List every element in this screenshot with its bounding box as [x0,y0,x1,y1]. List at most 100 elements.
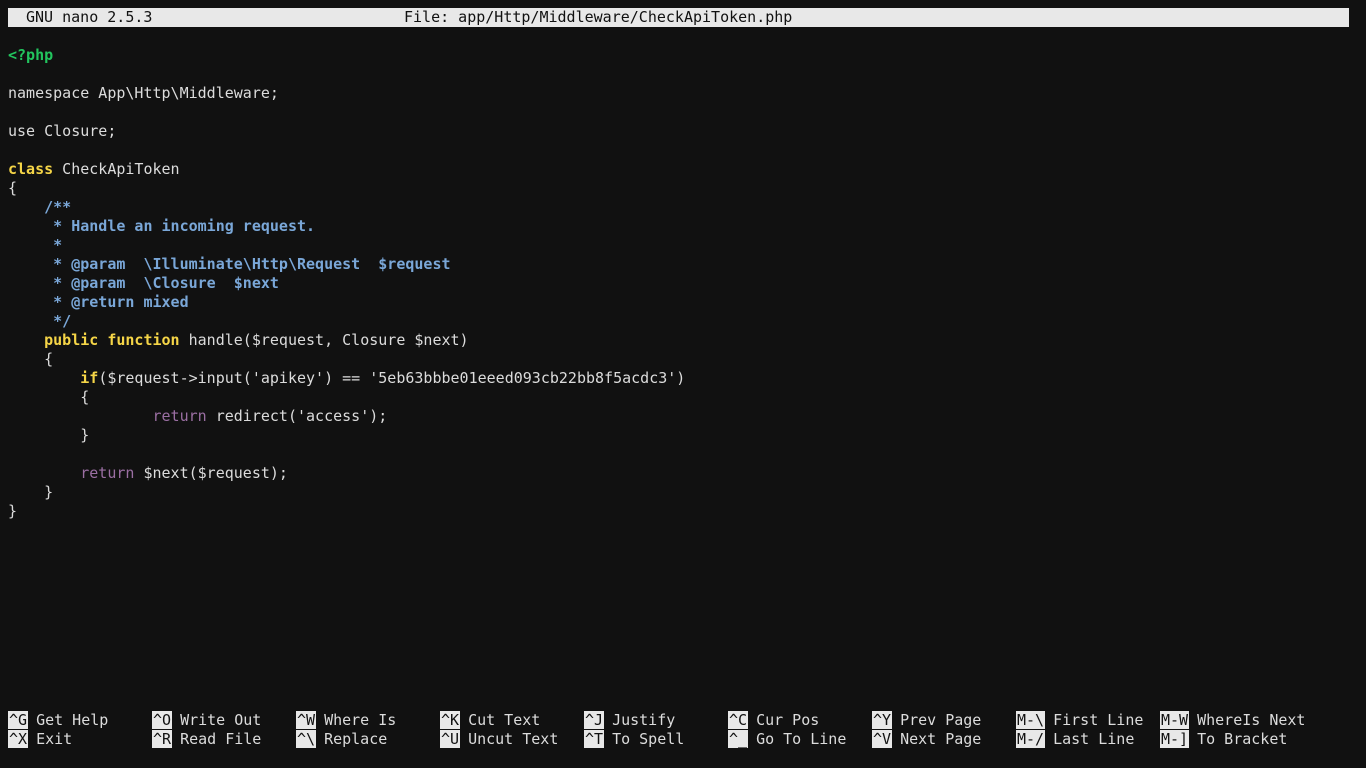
code-line[interactable]: * @return mixed [8,293,1358,312]
return-expression: $next($request); [134,464,288,482]
brace: } [8,483,54,501]
shortcut-key: ^W [296,711,317,729]
code-line[interactable]: * @param \Closure $next [8,274,1358,293]
doc-comment: * Handle an incoming request. [8,217,316,235]
brace: { [8,179,18,197]
shortcut-label: Prev Page [900,711,982,729]
code-line[interactable]: { [8,179,1358,198]
shortcut-label: Write Out [180,711,262,729]
if-keyword: if [80,369,99,387]
code-line[interactable]: public function handle($request, Closure… [8,331,1358,350]
shortcut-label: Replace [324,730,388,748]
class-name: CheckApiToken [53,160,180,178]
shortcut-to-spell[interactable]: ^T To Spell [584,730,684,749]
shortcut-row-1: ^G Get Help ^O Write Out ^W Where Is ^K Cut … [8,711,1358,730]
file-name: File: app/Http/Middleware/CheckApiToken.… [404,8,793,26]
shortcut-key: ^V [872,730,893,748]
code-line[interactable]: * [8,236,1358,255]
code-line-empty[interactable] [8,65,1358,84]
code-line[interactable]: * @param \Illuminate\Http\Request $reque… [8,255,1358,274]
function-signature: handle($request, Closure $next) [179,331,469,349]
code-line[interactable]: namespace App\Http\Middleware; [8,84,1358,103]
shortcut-go-to-line[interactable]: ^_ Go To Line [728,730,846,749]
shortcut-label: Read File [180,730,262,748]
brace: } [8,502,18,520]
shortcut-first-line[interactable]: M-\ First Line [1016,711,1143,730]
code-line[interactable]: class CheckApiToken [8,160,1358,179]
shortcut-to-bracket[interactable]: M-] To Bracket [1160,730,1287,749]
shortcut-bar: ^G Get Help ^O Write Out ^W Where Is ^K Cut … [8,711,1358,749]
code-line[interactable]: */ [8,312,1358,331]
code-line[interactable]: /** [8,198,1358,217]
shortcut-row-2: ^X Exit ^R Read File ^\ Replace ^U Uncut Tex… [8,730,1358,749]
namespace-statement: namespace App\Http\Middleware; [8,84,279,102]
shortcut-label: Last Line [1053,730,1135,748]
shortcut-key: M-/ [1016,730,1046,748]
shortcut-justify[interactable]: ^J Justify [584,711,675,730]
shortcut-uncut-text[interactable]: ^U Uncut Text [440,730,558,749]
shortcut-write-out[interactable]: ^O Write Out [152,711,261,730]
brace: { [8,350,54,368]
shortcut-where-is[interactable]: ^W Where Is [296,711,396,730]
shortcut-label: Go To Line [756,730,847,748]
code-line[interactable]: } [8,426,1358,445]
code-line[interactable]: <?php [8,46,1358,65]
shortcut-exit[interactable]: ^X Exit [8,730,72,749]
code-editor[interactable]: <?php namespace App\Http\Middleware; use… [8,46,1358,521]
shortcut-last-line[interactable]: M-/ Last Line [1016,730,1134,749]
code-line[interactable]: if($request->input('apikey') == '5eb63bb… [8,369,1358,388]
shortcut-key: ^C [728,711,749,729]
shortcut-label: Where Is [324,711,397,729]
shortcut-label: First Line [1053,711,1144,729]
code-line-empty[interactable] [8,141,1358,160]
brace: { [8,388,90,406]
code-line[interactable]: return redirect('access'); [8,407,1358,426]
shortcut-label: To Spell [612,730,685,748]
shortcut-next-page[interactable]: ^V Next Page [872,730,981,749]
shortcut-whereis-next[interactable]: M-W WhereIs Next [1160,711,1305,730]
shortcut-key: ^X [8,730,29,748]
code-line[interactable]: } [8,502,1358,521]
code-line[interactable]: return $next($request); [8,464,1358,483]
shortcut-key: ^Y [872,711,893,729]
use-statement: use Closure; [8,122,117,140]
doc-comment: */ [8,312,72,330]
code-line[interactable]: use Closure; [8,122,1358,141]
shortcut-get-help[interactable]: ^G Get Help [8,711,108,730]
shortcut-key: ^T [584,730,605,748]
doc-comment: * [8,236,63,254]
doc-comment: /** [8,198,72,216]
shortcut-read-file[interactable]: ^R Read File [152,730,261,749]
shortcut-label: Justify [612,711,676,729]
shortcut-key: ^J [584,711,605,729]
shortcut-cut-text[interactable]: ^K Cut Text [440,711,540,730]
shortcut-key: ^K [440,711,461,729]
shortcut-key: M-W [1160,711,1190,729]
return-keyword: return [152,407,207,425]
shortcut-key: ^G [8,711,29,729]
shortcut-cur-pos[interactable]: ^C Cur Pos [728,711,819,730]
brace: } [8,426,90,444]
if-condition: ($request->input('apikey') == '5eb63bbbe… [98,369,686,387]
shortcut-prev-page[interactable]: ^Y Prev Page [872,711,981,730]
code-line[interactable]: } [8,483,1358,502]
code-line[interactable]: { [8,388,1358,407]
shortcut-key: M-\ [1016,711,1046,729]
shortcut-label: Cut Text [468,711,541,729]
shortcut-replace[interactable]: ^\ Replace [296,730,387,749]
code-line-empty[interactable] [8,103,1358,122]
doc-comment: * @param \Illuminate\Http\Request $reque… [8,255,451,273]
shortcut-key: M-] [1160,730,1190,748]
title-bar: GNU nano 2.5.3 File: app/Http/Middleware… [8,8,1349,27]
code-line-empty[interactable] [8,445,1358,464]
shortcut-key: ^O [152,711,173,729]
shortcut-label: To Bracket [1197,730,1288,748]
shortcut-label: Exit [36,730,73,748]
doc-comment: * @return mixed [8,293,189,311]
shortcut-label: Cur Pos [756,711,820,729]
code-line[interactable]: * Handle an incoming request. [8,217,1358,236]
code-line[interactable]: { [8,350,1358,369]
